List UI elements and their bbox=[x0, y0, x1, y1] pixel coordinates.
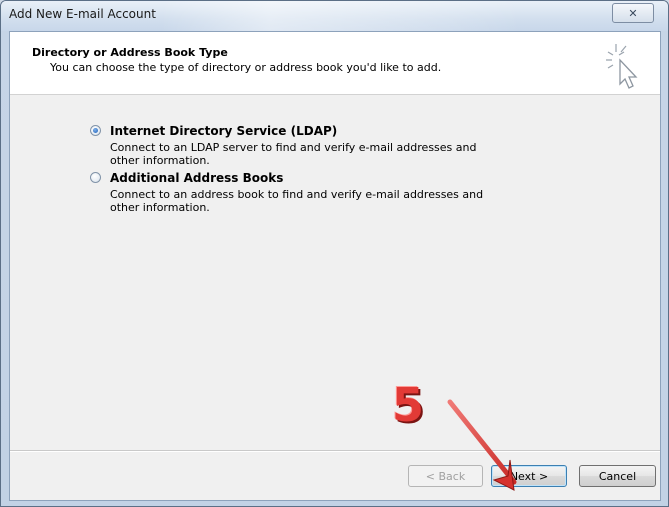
red-arrow-annotation bbox=[447, 399, 517, 491]
option-additional-address-books-description: Connect to an address book to find and v… bbox=[110, 188, 484, 214]
add-account-dialog: Add New E-mail Account ✕ Directory or Ad… bbox=[0, 0, 669, 507]
option-ldap-label[interactable]: Internet Directory Service (LDAP) bbox=[110, 124, 570, 138]
close-icon: ✕ bbox=[628, 6, 638, 20]
close-button[interactable]: ✕ bbox=[612, 3, 654, 23]
wizard-cursor-icon bbox=[606, 44, 638, 89]
wizard-header: Directory or Address Book Type You can c… bbox=[10, 32, 660, 95]
option-ldap[interactable]: Internet Directory Service (LDAP) Connec… bbox=[90, 124, 570, 167]
page-title: Directory or Address Book Type bbox=[32, 46, 228, 59]
radio-additional-address-books[interactable] bbox=[90, 172, 101, 183]
cancel-button[interactable]: Cancel bbox=[579, 465, 656, 487]
option-ldap-description: Connect to an LDAP server to find and ve… bbox=[110, 141, 477, 167]
radio-ldap[interactable] bbox=[90, 125, 101, 136]
title-bar-glare bbox=[161, 1, 521, 31]
wizard-client-area: Directory or Address Book Type You can c… bbox=[9, 31, 661, 501]
option-additional-address-books-label[interactable]: Additional Address Books bbox=[110, 171, 570, 185]
directory-type-options: Internet Directory Service (LDAP) Connec… bbox=[90, 124, 570, 214]
window-title: Add New E-mail Account bbox=[9, 7, 156, 21]
footer-divider bbox=[10, 450, 660, 452]
option-additional-address-books[interactable]: Additional Address Books Connect to an a… bbox=[90, 171, 570, 214]
title-bar[interactable]: Add New E-mail Account ✕ bbox=[1, 1, 668, 31]
page-subtitle: You can choose the type of directory or … bbox=[50, 61, 442, 74]
